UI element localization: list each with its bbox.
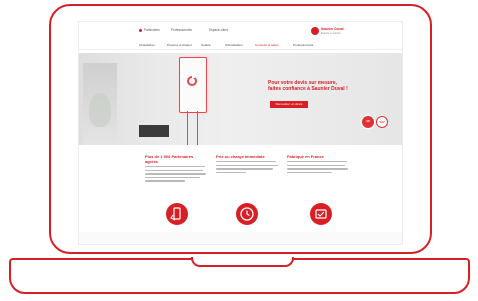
feature-title: Prix ou charge immédiate bbox=[216, 154, 265, 159]
text-line bbox=[145, 180, 185, 182]
nav-item-solaire[interactable]: Solaire bbox=[201, 43, 211, 47]
badge-label: SD bbox=[366, 120, 370, 123]
phone-glyph bbox=[170, 207, 181, 221]
brand-badge-icon[interactable]: SD bbox=[362, 116, 374, 128]
nav-item-pompes[interactable]: Pompes à chaleur bbox=[167, 43, 192, 47]
hero-banner: Pour votre devis sur mesure, faites conf… bbox=[79, 53, 402, 145]
boiler-product-image bbox=[179, 57, 207, 113]
text-line bbox=[145, 173, 206, 175]
boiler-refresh-icon bbox=[187, 75, 197, 86]
text-line bbox=[216, 161, 276, 163]
nav-item-conseils[interactable]: Conseils et aides bbox=[255, 43, 279, 47]
badge-label: SAV bbox=[379, 121, 385, 124]
toplink-espace-client[interactable]: Espace client bbox=[209, 28, 228, 32]
text-line bbox=[145, 176, 200, 179]
main-nav: Chaudières Pompes à chaleur Solaire Clim… bbox=[79, 41, 402, 50]
text-line bbox=[145, 166, 205, 168]
boiler-pipe bbox=[187, 111, 188, 145]
feature-title: Plus de 1 500 Partenaires agréés bbox=[145, 154, 194, 164]
active-dot-icon bbox=[139, 28, 142, 32]
text-line bbox=[145, 169, 203, 171]
hero-cabinet-image bbox=[139, 125, 169, 137]
laptop-trackpad-notch bbox=[191, 257, 294, 267]
nav-item-professionnels[interactable]: Professionnels bbox=[293, 43, 313, 47]
feature-price: Prix ou charge immédiate bbox=[216, 154, 278, 175]
hero-title: Pour votre devis sur mesure, faites conf… bbox=[268, 80, 348, 92]
laptop-screen: Particuliers Professionnels Espace clien… bbox=[79, 22, 402, 244]
hero-plant-image bbox=[89, 93, 111, 127]
text-line bbox=[287, 168, 348, 170]
toplink-particuliers[interactable]: Particuliers bbox=[139, 28, 160, 32]
boiler-pipe bbox=[197, 111, 198, 145]
text-line bbox=[287, 171, 332, 174]
text-line bbox=[287, 161, 347, 163]
feature-partners: Plus de 1 500 Partenaires agréés bbox=[145, 154, 207, 184]
top-bar: Particuliers Professionnels Espace clien… bbox=[79, 22, 402, 40]
nav-item-climatisation[interactable]: Climatisation bbox=[225, 43, 243, 47]
toplink-professionnels[interactable]: Professionnels bbox=[171, 28, 192, 32]
brand-logo[interactable]: Saunier Duval Experts en confort bbox=[311, 27, 345, 36]
shield-icon[interactable] bbox=[310, 203, 332, 225]
text-line bbox=[216, 164, 278, 166]
clock-glyph bbox=[240, 207, 254, 221]
service-badge-icon[interactable]: SAV bbox=[376, 116, 388, 128]
laptop-base-frame bbox=[9, 257, 470, 294]
feature-made-in-france: Fabriqué en France bbox=[287, 154, 349, 175]
logo-text: Saunier Duval bbox=[321, 27, 344, 31]
nav-item-chaudieres[interactable]: Chaudières bbox=[139, 43, 155, 47]
clock-icon[interactable] bbox=[236, 203, 258, 225]
text-line bbox=[216, 171, 246, 174]
phone-icon[interactable] bbox=[166, 203, 188, 225]
feature-title: Fabriqué en France bbox=[287, 154, 324, 159]
request-quote-button[interactable]: Demander un devis bbox=[270, 101, 308, 108]
text-line bbox=[287, 164, 345, 166]
page-footer-stripe bbox=[79, 232, 402, 244]
text-line bbox=[216, 168, 273, 170]
logo-mark-icon bbox=[311, 27, 319, 35]
shield-glyph bbox=[315, 209, 327, 219]
logo-tagline: Experts en confort bbox=[321, 31, 341, 35]
